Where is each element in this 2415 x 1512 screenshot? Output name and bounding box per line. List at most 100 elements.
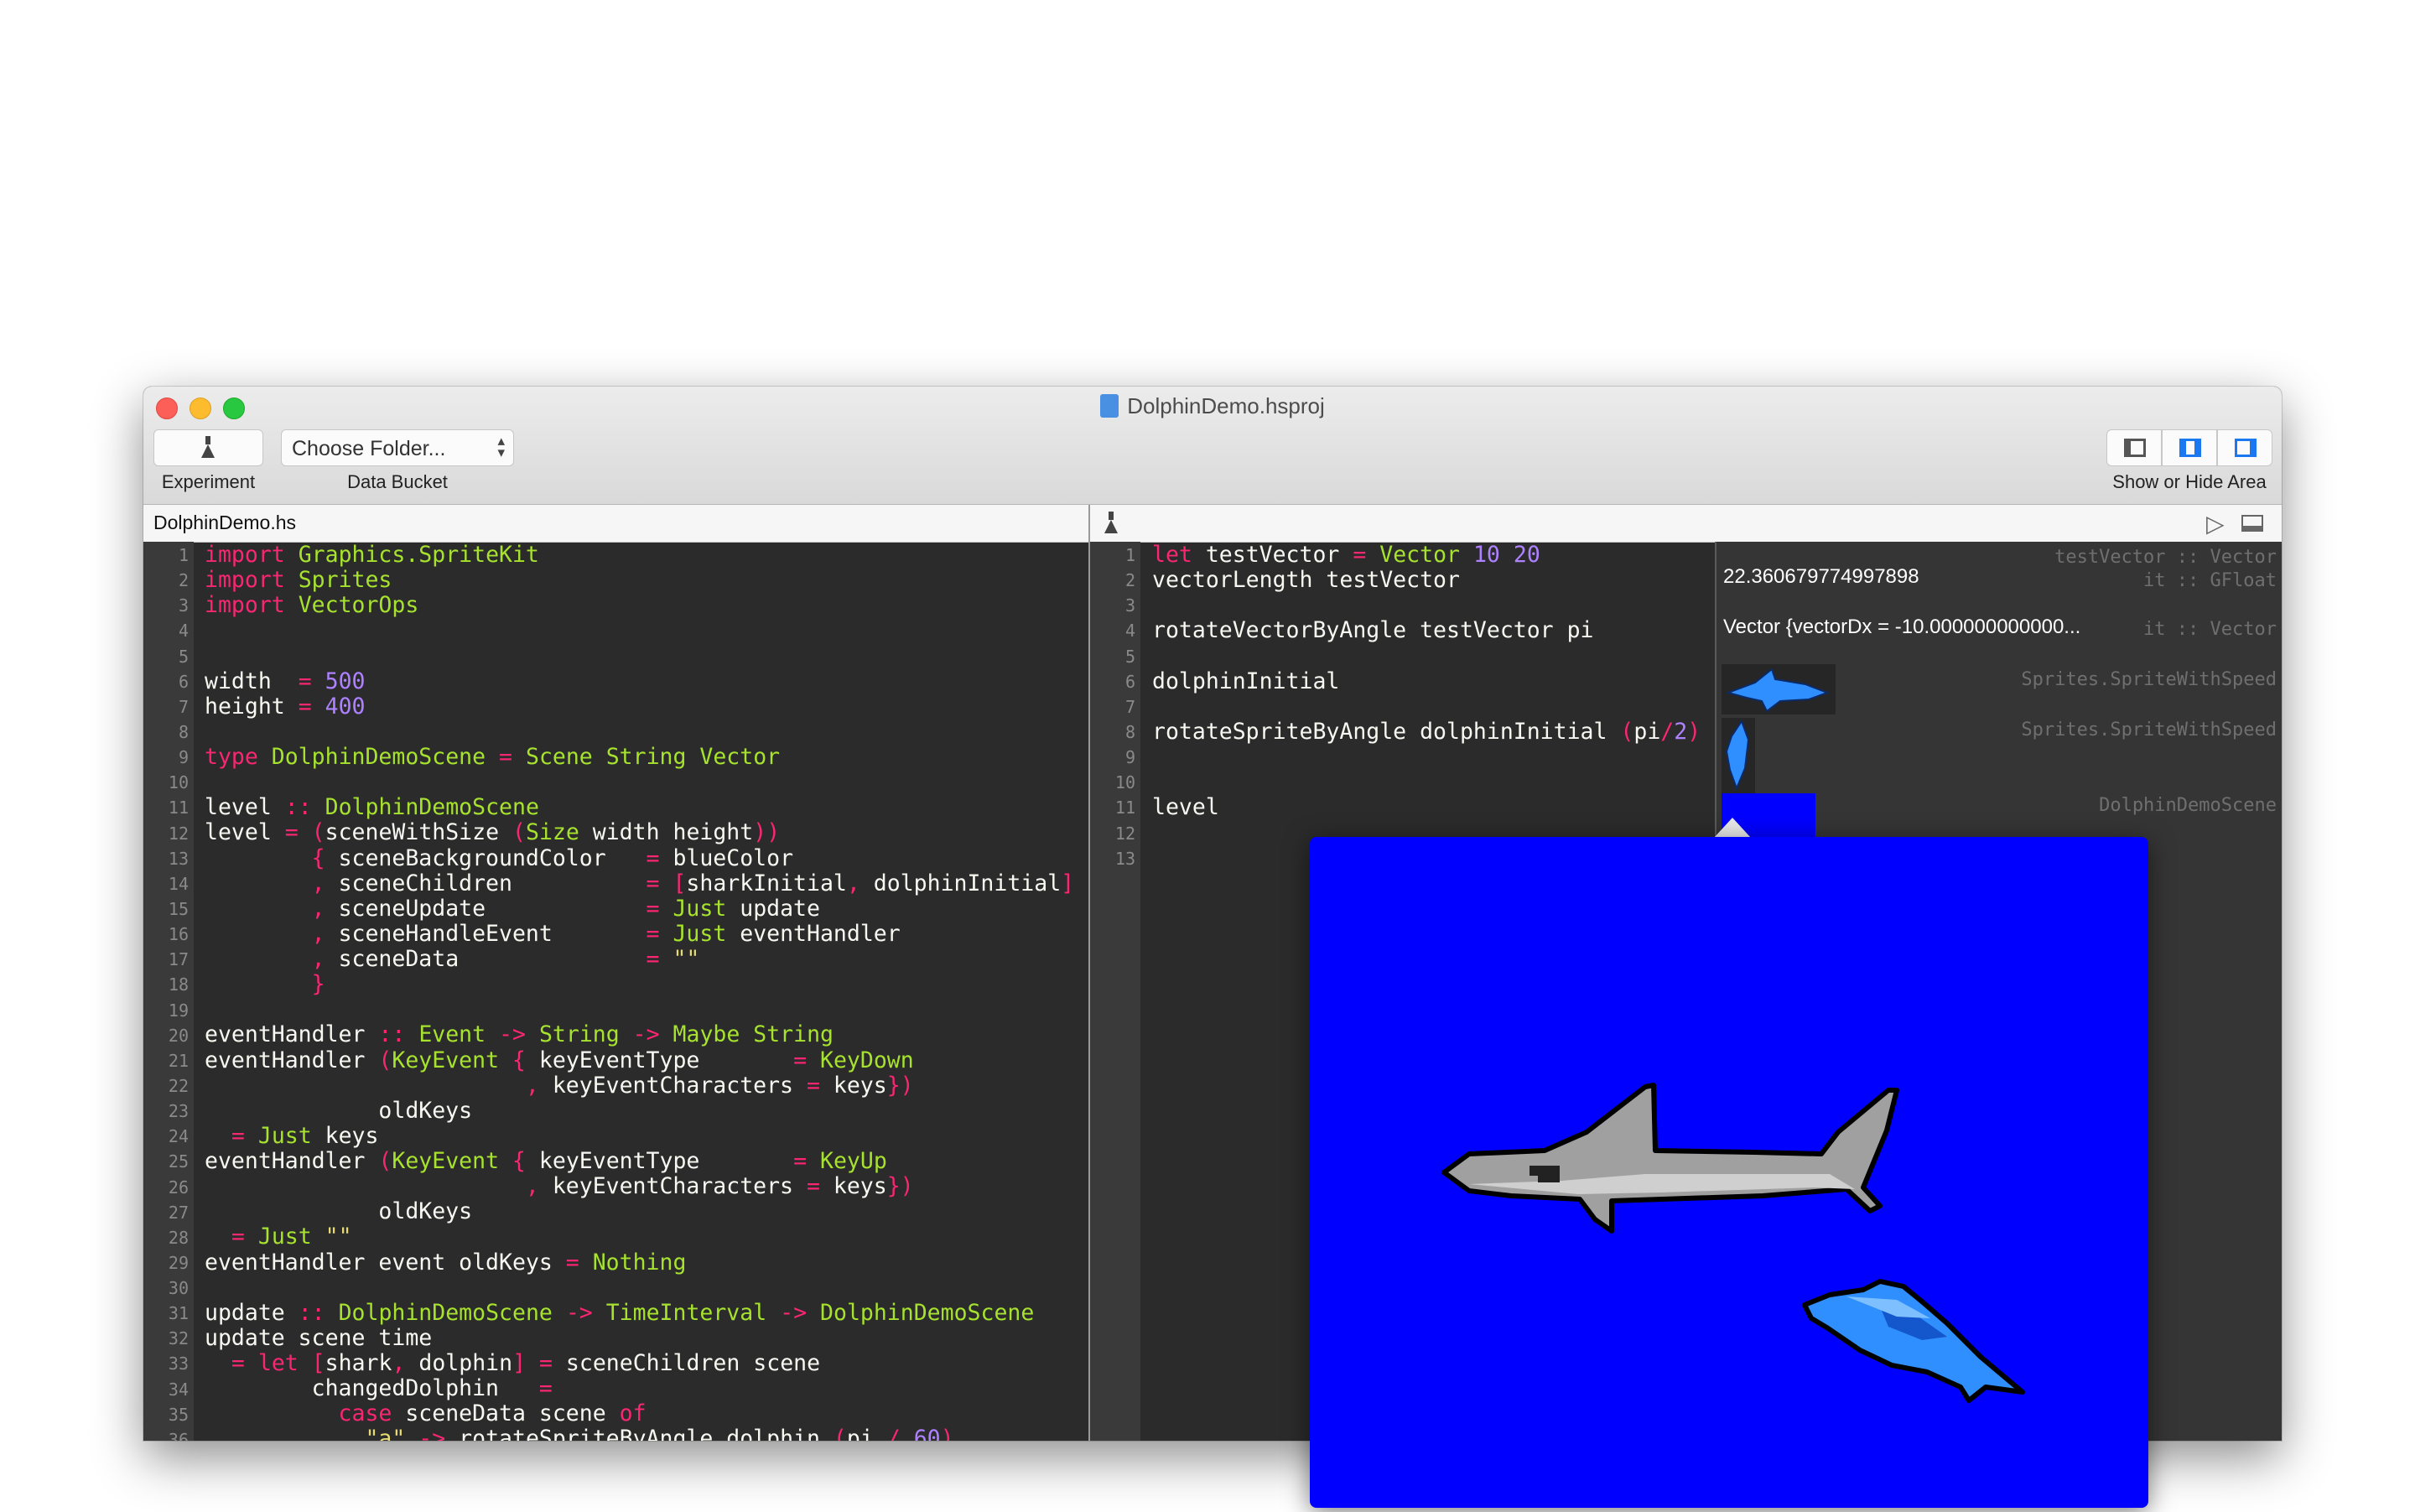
code-line[interactable]: vectorLength testVector	[1152, 568, 1701, 593]
code-line[interactable]	[1152, 770, 1701, 795]
code-line[interactable]: , sceneData = ""	[205, 946, 1074, 972]
console-toggle-icon[interactable]	[2241, 515, 2263, 532]
code-line[interactable]	[205, 720, 1074, 745]
code-line[interactable]: level	[1152, 795, 1701, 820]
toggle-center-button[interactable]	[2162, 429, 2217, 466]
code-line[interactable]: , sceneChildren = [sharkInitial, dolphin…	[205, 870, 1075, 896]
code-token: oldKeys	[205, 1198, 473, 1225]
scene-preview-popover[interactable]	[1310, 837, 2148, 1508]
editor-code[interactable]: import Graphics.SpriteKit import Sprites i…	[205, 542, 1075, 1441]
code-line[interactable]: width = 500	[205, 668, 1074, 694]
line-number: 22	[168, 1075, 189, 1096]
code-line[interactable]	[205, 1276, 1074, 1301]
editor-tab[interactable]: DolphinDemo.hs	[153, 512, 296, 534]
toggle-navigator-button[interactable]	[2106, 429, 2162, 466]
line-number: 12	[168, 823, 189, 844]
code-token: ::	[298, 1299, 325, 1326]
code-token: 20	[1513, 542, 1540, 568]
code-token: keys	[311, 1122, 379, 1149]
code-token: changedDolphin	[205, 1375, 539, 1402]
line-number: 14	[168, 873, 189, 894]
code-line[interactable]: case sceneData scene of	[205, 1401, 1074, 1426]
code-line[interactable]	[1152, 644, 1701, 669]
code-line[interactable]: , keyEventCharacters = keys})	[205, 1073, 1074, 1099]
rotated-dolphin-thumbnail[interactable]	[1722, 718, 1755, 793]
popover-arrow	[1714, 818, 1751, 838]
code-line[interactable]	[205, 770, 1074, 795]
data-bucket-select[interactable]: Choose Folder... ▴ ▾	[281, 429, 514, 466]
code-line[interactable]: level = (sceneWithSize (Size width heigh…	[205, 820, 1074, 845]
code-line[interactable]: = let [shark, dolphin] = sceneChildren s…	[205, 1350, 1074, 1376]
code-line[interactable]: import Graphics.SpriteKit	[205, 542, 1074, 568]
code-token: =	[298, 668, 312, 694]
code-token: sceneChildren scene	[552, 1350, 821, 1376]
code-token: {	[512, 1148, 526, 1174]
code-line[interactable]: rotateSpriteByAngle dolphinInitial (pi/2…	[1152, 719, 1701, 745]
dolphin-thumbnail[interactable]	[1722, 664, 1836, 714]
code-line[interactable]	[205, 997, 1074, 1022]
code-token: level	[205, 819, 285, 846]
code-line[interactable]: height = 400	[205, 694, 1074, 720]
center-panel-icon	[2179, 439, 2201, 457]
playground-code[interactable]: let testVector = Vector 10 20 vectorLengt…	[1152, 542, 1701, 871]
code-token: of	[619, 1400, 647, 1427]
line-number: 16	[168, 924, 189, 945]
code-line[interactable]	[1152, 593, 1701, 618]
code-line[interactable]: = Just keys	[205, 1122, 1074, 1149]
code-line[interactable]: }	[205, 972, 1074, 997]
code-line[interactable]: update scene time	[205, 1325, 1074, 1351]
code-token: =	[298, 693, 312, 720]
code-line[interactable]	[1152, 745, 1701, 770]
code-token: }	[311, 971, 325, 998]
code-line[interactable]: oldKeys	[205, 1098, 1074, 1124]
playground-flask-icon[interactable]	[1104, 510, 1118, 533]
code-line[interactable]: update :: DolphinDemoScene -> TimeInterv…	[205, 1299, 1074, 1326]
code-line[interactable]: import Sprites	[205, 568, 1074, 593]
line-number: 1	[1124, 545, 1135, 565]
code-line[interactable]	[205, 644, 1074, 669]
line-number: 9	[178, 747, 189, 768]
line-number: 31	[168, 1303, 189, 1324]
code-line[interactable]: oldKeys	[205, 1199, 1074, 1224]
code-line[interactable]: let testVector = Vector 10 20	[1152, 542, 1701, 568]
code-line[interactable]: rotateVectorByAngle testVector pi	[1152, 618, 1701, 643]
code-line[interactable]: type DolphinDemoScene = Scene String Vec…	[205, 744, 1074, 770]
code-token: ,	[311, 946, 325, 972]
code-token: Just	[257, 1224, 312, 1250]
code-line[interactable]: = Just ""	[205, 1224, 1074, 1250]
code-line[interactable]	[205, 618, 1074, 643]
code-token: KeyEvent	[392, 1148, 500, 1174]
code-line[interactable]: eventHandler (KeyEvent { keyEventType = …	[205, 1047, 1074, 1073]
code-token: ]	[1061, 870, 1075, 896]
code-line[interactable]: dolphinInitial	[1152, 668, 1701, 694]
code-token: {	[311, 844, 325, 871]
code-line[interactable]: eventHandler (KeyEvent { keyEventType = …	[205, 1148, 1074, 1174]
code-token: Vector	[1379, 542, 1460, 568]
run-icon[interactable]: ▷	[2206, 510, 2225, 538]
code-token: sceneHandleEvent	[325, 920, 647, 947]
experiment-button[interactable]	[153, 429, 263, 466]
code-line[interactable]: eventHandler :: Event -> String -> Maybe…	[205, 1022, 1074, 1047]
data-bucket-label: Data Bucket	[347, 471, 448, 492]
code-line[interactable]: changedDolphin =	[205, 1376, 1074, 1401]
code-line[interactable]: , sceneHandleEvent = Just eventHandler	[205, 920, 1074, 947]
code-line[interactable]	[1152, 694, 1701, 720]
code-line[interactable]: , keyEventCharacters = keys})	[205, 1174, 1074, 1199]
code-line[interactable]: eventHandler event oldKeys = Nothing	[205, 1250, 1074, 1276]
toggle-results-button[interactable]	[2217, 429, 2272, 466]
code-token: vectorLength testVector	[1152, 567, 1460, 594]
code-token: KeyUp	[820, 1148, 887, 1174]
code-line[interactable]: level :: DolphinDemoScene	[205, 795, 1074, 820]
code-line[interactable]: "a" -> rotateSpriteByAngle dolphin (pi /…	[205, 1426, 1074, 1441]
code-line[interactable]: import VectorOps	[205, 593, 1074, 618]
code-line[interactable]: { sceneBackgroundColor = blueColor	[205, 844, 1074, 871]
line-number: 5	[178, 646, 189, 667]
code-line[interactable]: , sceneUpdate = Just update	[205, 896, 1074, 922]
